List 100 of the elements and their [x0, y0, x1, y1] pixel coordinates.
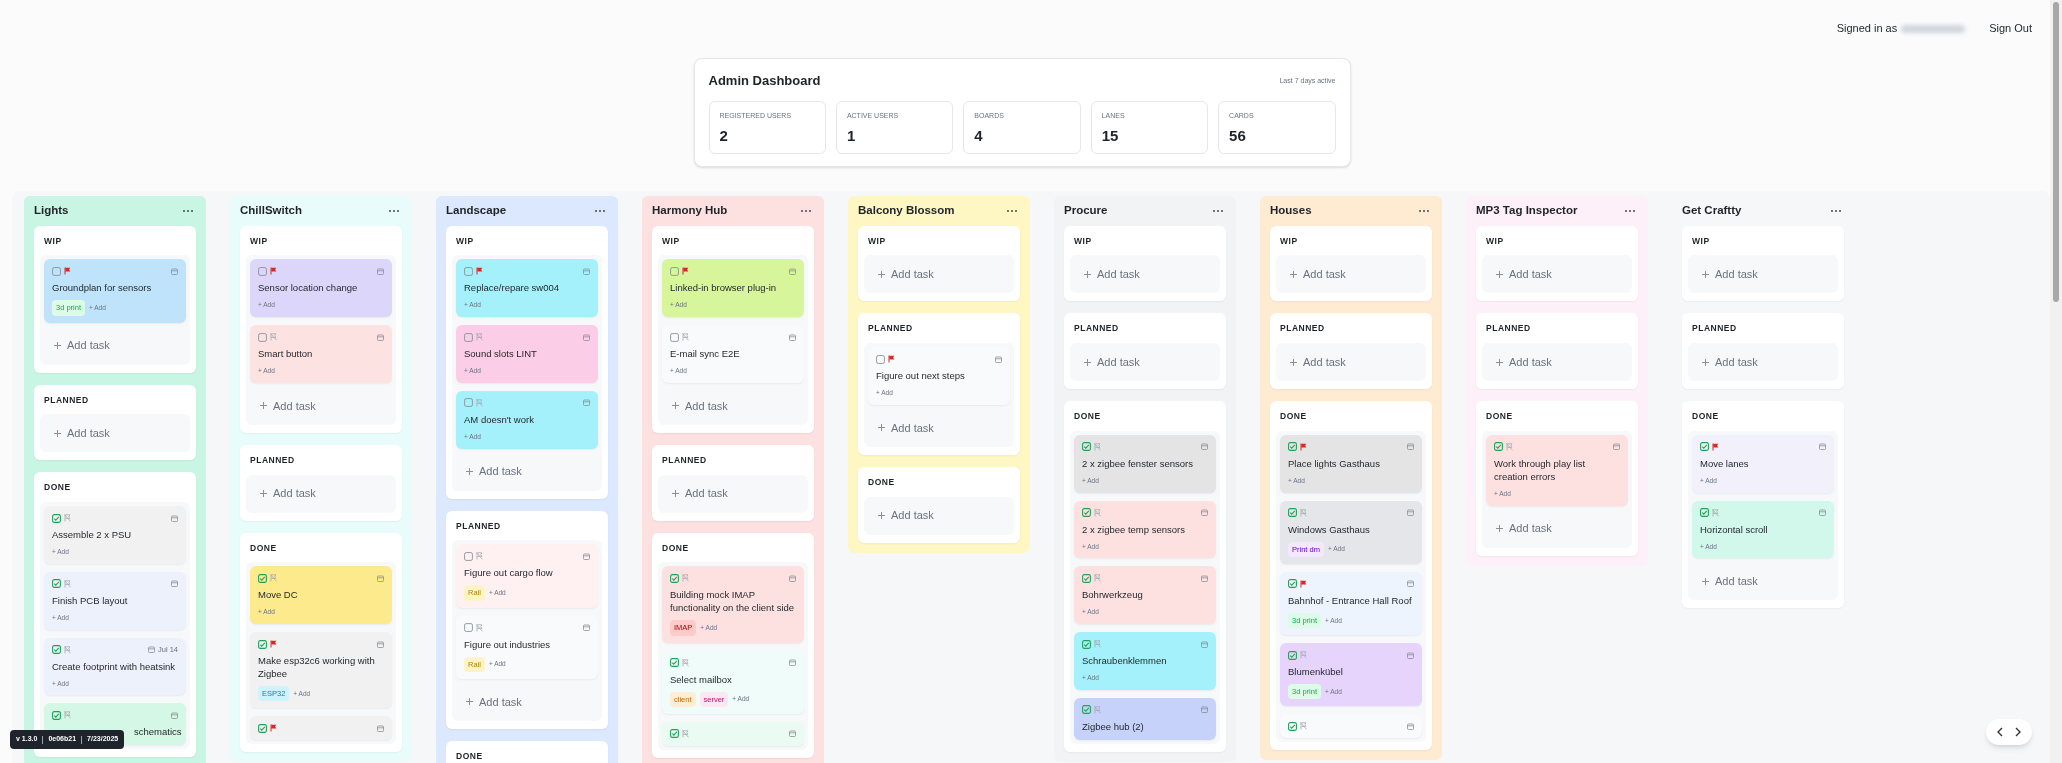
checkbox[interactable]: [258, 266, 267, 276]
calendar-icon[interactable]: [789, 333, 796, 341]
calendar-icon[interactable]: [377, 724, 384, 732]
flag-off-icon[interactable]: [1506, 442, 1513, 451]
flag-icon[interactable]: [1712, 442, 1719, 451]
add-task-button[interactable]: Add task: [456, 456, 598, 487]
calendar-icon[interactable]: [1613, 443, 1620, 451]
calendar-icon[interactable]: [1407, 509, 1414, 516]
add-task-button[interactable]: Add task: [1692, 566, 1834, 597]
checked-checkbox[interactable]: [670, 658, 679, 667]
calendar-icon[interactable]: [171, 711, 178, 719]
more-icon[interactable]: [594, 208, 606, 213]
add-task-button[interactable]: Add task: [250, 390, 392, 421]
checked-checkbox[interactable]: [52, 645, 61, 654]
task-card[interactable]: [1280, 714, 1422, 739]
add-task-button[interactable]: Add task: [1692, 347, 1834, 377]
checkbox[interactable]: [464, 266, 473, 276]
calendar-icon[interactable]: [1819, 509, 1826, 516]
checked-checkbox[interactable]: [1288, 579, 1297, 589]
flag-off-icon[interactable]: [64, 579, 71, 588]
add-task-button[interactable]: Add task: [1486, 513, 1628, 544]
checkbox[interactable]: [464, 551, 473, 561]
checkbox[interactable]: [464, 623, 473, 632]
flag-off-icon[interactable]: [1300, 722, 1307, 731]
scroll-left-button[interactable]: [1996, 727, 2004, 737]
calendar-icon[interactable]: [583, 552, 590, 560]
add-task-button[interactable]: Add task: [1486, 347, 1628, 377]
checked-checkbox[interactable]: [670, 729, 679, 739]
flag-icon[interactable]: [64, 267, 71, 276]
more-icon[interactable]: [388, 208, 400, 213]
add-task-button[interactable]: Add task: [1074, 259, 1216, 290]
checkbox[interactable]: [670, 266, 679, 276]
calendar-icon[interactable]: [789, 267, 796, 275]
checked-checkbox[interactable]: [1700, 508, 1709, 517]
flag-off-icon[interactable]: [1094, 442, 1101, 451]
scroll-right-button[interactable]: [2014, 727, 2022, 737]
flag-off-icon[interactable]: [682, 729, 689, 738]
flag-off-icon[interactable]: [1300, 508, 1307, 517]
add-task-button[interactable]: Add task: [662, 390, 804, 421]
calendar-icon[interactable]: [789, 659, 796, 666]
calendar-icon[interactable]: [1819, 443, 1826, 451]
checked-checkbox[interactable]: [1288, 650, 1297, 660]
checked-checkbox[interactable]: [52, 579, 61, 589]
calendar-icon[interactable]: [1201, 509, 1208, 516]
task-card[interactable]: Zigbee hub (2): [1074, 697, 1216, 740]
add-task-button[interactable]: Add task: [1486, 259, 1628, 290]
flag-off-icon[interactable]: [64, 514, 71, 522]
checked-checkbox[interactable]: [258, 723, 267, 733]
more-icon[interactable]: [1830, 208, 1842, 213]
more-icon[interactable]: [800, 208, 812, 213]
checkbox[interactable]: [876, 354, 885, 364]
flag-off-icon[interactable]: [1712, 508, 1719, 517]
add-task-button[interactable]: Add task: [662, 478, 804, 509]
checkbox[interactable]: [464, 398, 473, 408]
checked-checkbox[interactable]: [52, 710, 61, 720]
flag-off-icon[interactable]: [1094, 640, 1101, 648]
add-task-button[interactable]: Add task: [868, 500, 1010, 531]
flag-off-icon[interactable]: [476, 552, 483, 561]
calendar-icon[interactable]: [1407, 651, 1414, 659]
checked-checkbox[interactable]: [1082, 705, 1091, 715]
checked-checkbox[interactable]: [258, 573, 267, 583]
checkbox[interactable]: [52, 266, 61, 276]
calendar-icon[interactable]: [1201, 574, 1208, 582]
checked-checkbox[interactable]: [1288, 508, 1297, 517]
add-task-button[interactable]: Add task: [868, 412, 1010, 443]
checked-checkbox[interactable]: [1288, 721, 1297, 731]
calendar-icon[interactable]: [1407, 722, 1414, 730]
add-task-button[interactable]: Add task: [868, 259, 1010, 290]
task-card[interactable]: [250, 716, 392, 741]
calendar-icon[interactable]: [1201, 640, 1208, 648]
flag-icon[interactable]: [1300, 579, 1307, 588]
checkbox[interactable]: [670, 332, 679, 342]
flag-off-icon[interactable]: [64, 645, 71, 654]
checked-checkbox[interactable]: [1288, 442, 1297, 452]
flag-off-icon[interactable]: [1300, 651, 1307, 659]
flag-off-icon[interactable]: [682, 574, 689, 583]
flag-icon[interactable]: [270, 724, 277, 733]
add-task-button[interactable]: Add task: [1074, 347, 1216, 377]
calendar-icon[interactable]: [789, 730, 796, 738]
flag-off-icon[interactable]: [1094, 574, 1101, 583]
flag-off-icon[interactable]: [270, 574, 277, 583]
calendar-icon[interactable]: [583, 267, 590, 275]
task-card[interactable]: [662, 721, 804, 746]
flag-icon[interactable]: [888, 355, 895, 363]
checked-checkbox[interactable]: [1082, 573, 1091, 583]
checkbox[interactable]: [464, 332, 473, 342]
add-task-button[interactable]: Add task: [250, 478, 392, 509]
checked-checkbox[interactable]: [670, 573, 679, 583]
calendar-icon[interactable]: [583, 399, 590, 407]
more-icon[interactable]: [182, 208, 194, 213]
more-icon[interactable]: [1418, 208, 1430, 213]
calendar-icon[interactable]: [583, 624, 590, 631]
flag-icon[interactable]: [270, 267, 277, 276]
add-task-button[interactable]: Add task: [1280, 347, 1422, 377]
flag-off-icon[interactable]: [1094, 508, 1101, 517]
add-task-button[interactable]: Add task: [44, 330, 186, 361]
calendar-icon[interactable]: [171, 580, 178, 588]
calendar-icon[interactable]: [377, 574, 384, 582]
checkbox[interactable]: [258, 332, 267, 342]
add-task-button[interactable]: Add task: [1280, 259, 1422, 290]
